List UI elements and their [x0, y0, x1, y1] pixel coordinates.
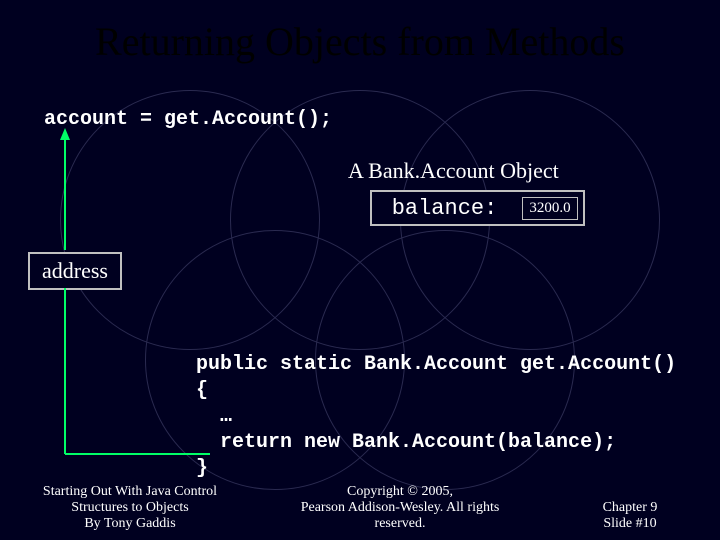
footer-center-line3: reserved. — [280, 516, 520, 532]
address-box: address — [28, 252, 122, 290]
assignment-code: account = get.Account(); — [44, 108, 332, 131]
object-box: balance: 3200.0 — [370, 190, 585, 226]
method-return: return new Bank.Account(balance); — [196, 431, 616, 454]
method-open-brace: { — [196, 379, 208, 402]
footer-center-line1: Copyright © 2005, — [280, 484, 520, 500]
balance-value: 3200.0 — [522, 197, 577, 220]
footer-right-line1: Chapter 9 — [570, 500, 690, 516]
footer-left-line1: Starting Out With Java Control — [30, 484, 230, 500]
footer-left-line3: By Tony Gaddis — [30, 516, 230, 532]
balance-value-wrap: 3200.0 — [517, 192, 583, 224]
footer-right: Chapter 9 Slide #10 — [570, 500, 690, 532]
method-signature: public static Bank.Account get.Account() — [196, 353, 676, 376]
object-heading: A Bank.Account Object — [348, 158, 559, 184]
slide-title: Returning Objects from Methods — [0, 18, 720, 65]
footer-left: Starting Out With Java Control Structure… — [30, 484, 230, 532]
footer-center: Copyright © 2005, Pearson Addison-Wesley… — [280, 484, 520, 532]
balance-field-label: balance: — [372, 192, 517, 224]
method-close-brace: } — [196, 457, 208, 480]
method-code: public static Bank.Account get.Account()… — [196, 352, 676, 482]
footer-center-line2: Pearson Addison-Wesley. All rights — [280, 500, 520, 516]
footer-left-line2: Structures to Objects — [30, 500, 230, 516]
footer-right-line2: Slide #10 — [570, 516, 690, 532]
method-ellipsis: … — [196, 405, 232, 428]
footer: Starting Out With Java Control Structure… — [0, 484, 720, 532]
